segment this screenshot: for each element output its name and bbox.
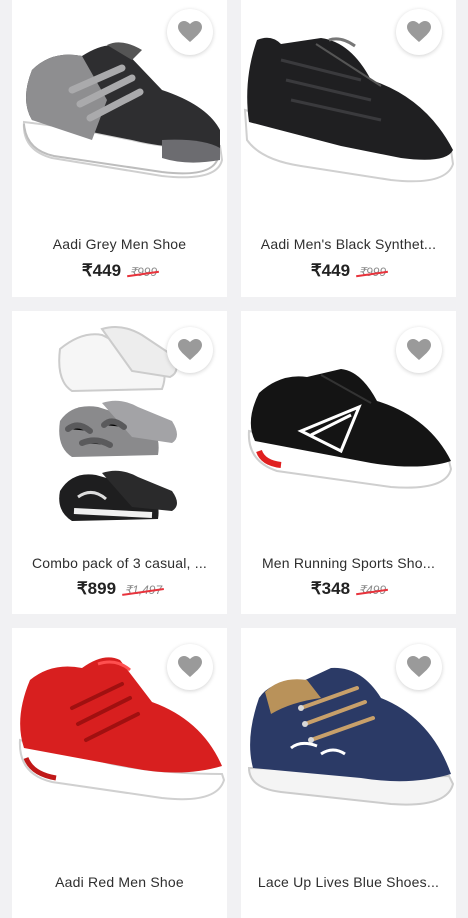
product-mrp: ₹999: [129, 265, 158, 279]
product-card[interactable]: Aadi Red Men Shoe: [12, 628, 227, 918]
product-name[interactable]: Combo pack of 3 casual, ...: [22, 555, 217, 571]
price-row: ₹899 ₹1,497: [12, 579, 227, 599]
product-mrp: ₹1,497: [124, 583, 163, 597]
product-card[interactable]: Aadi Grey Men Shoe ₹449 ₹999: [12, 0, 227, 297]
product-name[interactable]: Men Running Sports Sho...: [251, 555, 446, 571]
product-mrp: ₹499: [358, 583, 387, 597]
price-row: ₹348 ₹499: [241, 579, 456, 599]
price-row: ₹449 ₹999: [12, 261, 227, 281]
wishlist-button[interactable]: [396, 9, 442, 55]
product-card[interactable]: Combo pack of 3 casual, ... ₹899 ₹1,497: [12, 311, 227, 614]
product-price: ₹449: [310, 261, 351, 280]
product-mrp: ₹999: [358, 265, 387, 279]
product-price: ₹899: [76, 579, 117, 598]
heart-icon: [407, 656, 431, 677]
product-card[interactable]: Aadi Men's Black Synthet... ₹449 ₹999: [241, 0, 456, 297]
product-name[interactable]: Lace Up Lives Blue Shoes...: [251, 874, 446, 890]
heart-icon: [178, 21, 202, 42]
wishlist-button[interactable]: [396, 644, 442, 690]
heart-icon: [178, 339, 202, 360]
heart-icon: [407, 21, 431, 42]
price-row: ₹449 ₹999: [241, 261, 456, 281]
heart-icon: [407, 339, 431, 360]
product-grid: Aadi Grey Men Shoe ₹449 ₹999 Aadi Men's …: [0, 0, 468, 918]
wishlist-button[interactable]: [167, 9, 213, 55]
product-price: ₹348: [310, 579, 351, 598]
wishlist-button[interactable]: [167, 644, 213, 690]
wishlist-button[interactable]: [167, 327, 213, 373]
product-price: ₹449: [81, 261, 122, 280]
product-card[interactable]: Men Running Sports Sho... ₹348 ₹499: [241, 311, 456, 614]
product-name[interactable]: Aadi Red Men Shoe: [22, 874, 217, 890]
product-name[interactable]: Aadi Grey Men Shoe: [22, 236, 217, 252]
heart-icon: [178, 656, 202, 677]
product-card[interactable]: Lace Up Lives Blue Shoes...: [241, 628, 456, 918]
wishlist-button[interactable]: [396, 327, 442, 373]
product-name[interactable]: Aadi Men's Black Synthet...: [251, 236, 446, 252]
